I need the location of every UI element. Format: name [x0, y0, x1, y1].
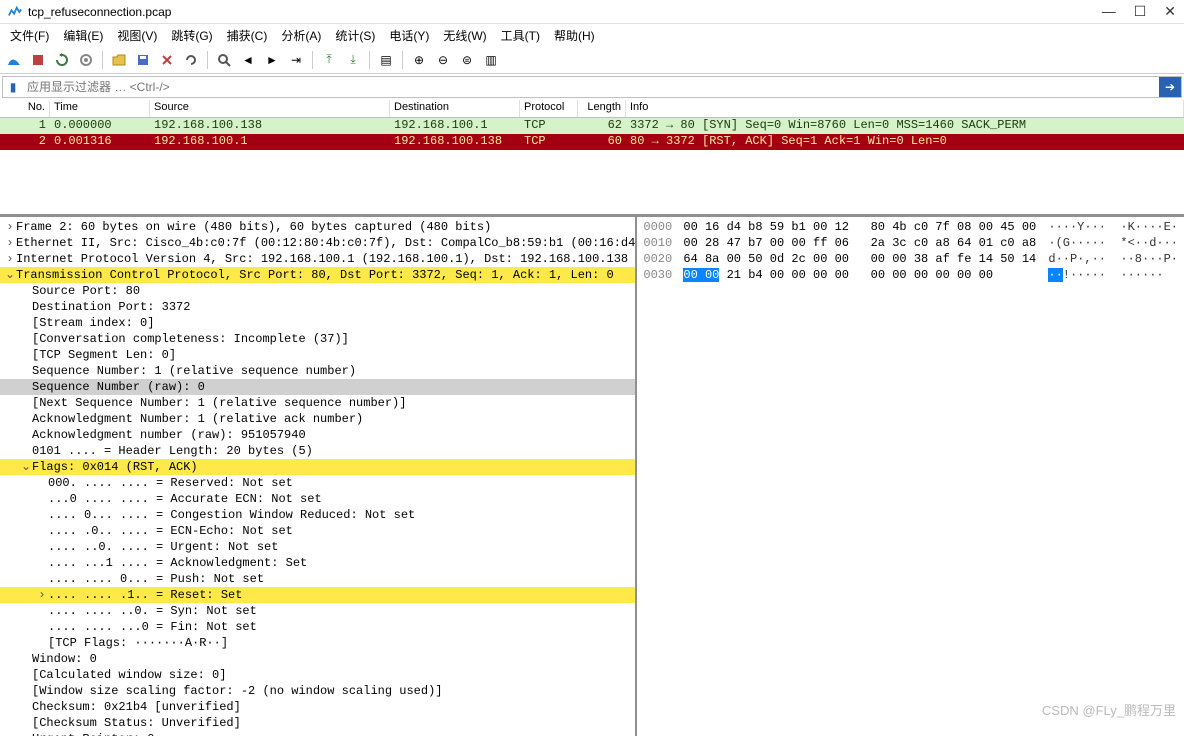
- go-back-icon[interactable]: ◄: [238, 50, 258, 70]
- packet-bytes-pane[interactable]: 000000 16 d4 b8 59 b1 00 12 80 4b c0 7f …: [637, 217, 1184, 736]
- window-title: tcp_refuseconnection.pcap: [28, 5, 1102, 19]
- tree-node[interactable]: .... 0... .... = Congestion Window Reduc…: [0, 507, 635, 523]
- tree-node[interactable]: [Next Sequence Number: 1 (relative seque…: [0, 395, 635, 411]
- col-header-no[interactable]: No.: [0, 100, 50, 117]
- expand-toggle-icon[interactable]: ›: [36, 587, 48, 603]
- tree-node[interactable]: [Calculated window size: 0]: [0, 667, 635, 683]
- tree-node[interactable]: .... .... ...0 = Fin: Not set: [0, 619, 635, 635]
- display-filter-input[interactable]: [23, 80, 1159, 94]
- zoom-reset-icon[interactable]: ⊜: [457, 50, 477, 70]
- hex-row[interactable]: 002064 8a 00 50 0d 2c 00 00 00 00 38 af …: [643, 251, 1178, 267]
- col-header-info[interactable]: Info: [626, 100, 1184, 117]
- packet-list-header: No. Time Source Destination Protocol Len…: [0, 100, 1184, 118]
- tree-node[interactable]: Sequence Number: 1 (relative sequence nu…: [0, 363, 635, 379]
- tree-node[interactable]: [TCP Segment Len: 0]: [0, 347, 635, 363]
- auto-scroll-icon[interactable]: ▤: [376, 50, 396, 70]
- menu-item[interactable]: 统计(S): [329, 25, 381, 46]
- tree-node[interactable]: .... .... ..0. = Syn: Not set: [0, 603, 635, 619]
- go-first-icon[interactable]: ⤒: [319, 50, 339, 70]
- menu-item[interactable]: 捕获(C): [221, 25, 274, 46]
- capture-options-icon[interactable]: [76, 50, 96, 70]
- close-file-icon[interactable]: [157, 50, 177, 70]
- menu-item[interactable]: 编辑(E): [57, 25, 109, 46]
- tree-node[interactable]: ›.... .... .1.. = Reset: Set: [0, 587, 635, 603]
- go-last-icon[interactable]: ⤓: [343, 50, 363, 70]
- hex-row[interactable]: 000000 16 d4 b8 59 b1 00 12 80 4b c0 7f …: [643, 219, 1178, 235]
- col-header-length[interactable]: Length: [578, 100, 626, 117]
- tree-node[interactable]: ...0 .... .... = Accurate ECN: Not set: [0, 491, 635, 507]
- toolbar: ◄ ► ⇥ ⤒ ⤓ ▤ ⊕ ⊖ ⊜ ▥: [0, 46, 1184, 74]
- minimize-button[interactable]: —: [1102, 3, 1116, 20]
- hex-row[interactable]: 003000 00 21 b4 00 00 00 00 00 00 00 00 …: [643, 267, 1178, 283]
- tree-node[interactable]: ›Ethernet II, Src: Cisco_4b:c0:7f (00:12…: [0, 235, 635, 251]
- close-button[interactable]: ✕: [1164, 3, 1176, 20]
- resize-columns-icon[interactable]: ▥: [481, 50, 501, 70]
- tree-node[interactable]: [Conversation completeness: Incomplete (…: [0, 331, 635, 347]
- tree-node[interactable]: Acknowledgment number (raw): 951057940: [0, 427, 635, 443]
- stop-capture-icon[interactable]: [28, 50, 48, 70]
- col-header-source[interactable]: Source: [150, 100, 390, 117]
- tree-node[interactable]: Urgent Pointer: 0: [0, 731, 635, 736]
- tree-node[interactable]: [TCP Flags: ·······A·R··]: [0, 635, 635, 651]
- tree-node[interactable]: ⌄Flags: 0x014 (RST, ACK): [0, 459, 635, 475]
- go-to-icon[interactable]: ⇥: [286, 50, 306, 70]
- expand-toggle-icon[interactable]: ›: [4, 251, 16, 267]
- maximize-button[interactable]: ☐: [1134, 3, 1147, 20]
- tree-node[interactable]: [Stream index: 0]: [0, 315, 635, 331]
- find-icon[interactable]: [214, 50, 234, 70]
- tree-node[interactable]: Destination Port: 3372: [0, 299, 635, 315]
- tree-node[interactable]: .... ...1 .... = Acknowledgment: Set: [0, 555, 635, 571]
- tree-node[interactable]: [Checksum Status: Unverified]: [0, 715, 635, 731]
- zoom-out-icon[interactable]: ⊖: [433, 50, 453, 70]
- menu-item[interactable]: 无线(W): [437, 25, 492, 46]
- tree-node[interactable]: Window: 0: [0, 651, 635, 667]
- hex-row[interactable]: 001000 28 47 b7 00 00 ff 06 2a 3c c0 a8 …: [643, 235, 1178, 251]
- wireshark-icon: [8, 5, 22, 19]
- filter-bookmark-icon[interactable]: ▮: [3, 77, 23, 97]
- packet-details-pane[interactable]: ›Frame 2: 60 bytes on wire (480 bits), 6…: [0, 217, 637, 736]
- expand-toggle-icon[interactable]: ›: [4, 219, 16, 235]
- tree-node[interactable]: ›Internet Protocol Version 4, Src: 192.1…: [0, 251, 635, 267]
- packet-row[interactable]: 10.000000192.168.100.138192.168.100.1TCP…: [0, 118, 1184, 134]
- tree-node[interactable]: Checksum: 0x21b4 [unverified]: [0, 699, 635, 715]
- expand-toggle-icon[interactable]: ⌄: [4, 267, 16, 283]
- col-header-protocol[interactable]: Protocol: [520, 100, 578, 117]
- tree-node[interactable]: .... ..0. .... = Urgent: Not set: [0, 539, 635, 555]
- menu-item[interactable]: 分析(A): [275, 25, 327, 46]
- watermark: CSDN @FLy_鹏程万里: [1042, 700, 1176, 719]
- menubar: 文件(F)编辑(E)视图(V)跳转(G)捕获(C)分析(A)统计(S)电话(Y)…: [0, 24, 1184, 46]
- packet-list-pane: No. Time Source Destination Protocol Len…: [0, 100, 1184, 216]
- reload-icon[interactable]: [181, 50, 201, 70]
- tree-node[interactable]: .... .0.. .... = ECN-Echo: Not set: [0, 523, 635, 539]
- tree-node[interactable]: 0101 .... = Header Length: 20 bytes (5): [0, 443, 635, 459]
- tree-node[interactable]: Acknowledgment Number: 1 (relative ack n…: [0, 411, 635, 427]
- zoom-in-icon[interactable]: ⊕: [409, 50, 429, 70]
- menu-item[interactable]: 文件(F): [4, 25, 55, 46]
- display-filter-bar: ▮ ➔: [2, 76, 1182, 98]
- tree-node[interactable]: 000. .... .... = Reserved: Not set: [0, 475, 635, 491]
- tree-node[interactable]: .... .... 0... = Push: Not set: [0, 571, 635, 587]
- shark-fin-icon[interactable]: [4, 50, 24, 70]
- save-icon[interactable]: [133, 50, 153, 70]
- menu-item[interactable]: 帮助(H): [548, 25, 601, 46]
- tree-node[interactable]: Source Port: 80: [0, 283, 635, 299]
- col-header-time[interactable]: Time: [50, 100, 150, 117]
- expand-toggle-icon[interactable]: ›: [4, 235, 16, 251]
- tree-node[interactable]: ⌄Transmission Control Protocol, Src Port…: [0, 267, 635, 283]
- menu-item[interactable]: 跳转(G): [165, 25, 218, 46]
- menu-item[interactable]: 视图(V): [111, 25, 163, 46]
- tree-node[interactable]: Sequence Number (raw): 0: [0, 379, 635, 395]
- expand-toggle-icon[interactable]: ⌄: [20, 459, 32, 475]
- col-header-destination[interactable]: Destination: [390, 100, 520, 117]
- restart-capture-icon[interactable]: [52, 50, 72, 70]
- tree-node[interactable]: [Window size scaling factor: -2 (no wind…: [0, 683, 635, 699]
- open-file-icon[interactable]: [109, 50, 129, 70]
- go-forward-icon[interactable]: ►: [262, 50, 282, 70]
- menu-item[interactable]: 电话(Y): [383, 25, 435, 46]
- tree-node[interactable]: ›Frame 2: 60 bytes on wire (480 bits), 6…: [0, 219, 635, 235]
- filter-apply-icon[interactable]: ➔: [1159, 77, 1181, 97]
- packet-row[interactable]: 20.001316192.168.100.1192.168.100.138TCP…: [0, 134, 1184, 150]
- title-bar: tcp_refuseconnection.pcap — ☐ ✕: [0, 0, 1184, 24]
- menu-item[interactable]: 工具(T): [495, 25, 546, 46]
